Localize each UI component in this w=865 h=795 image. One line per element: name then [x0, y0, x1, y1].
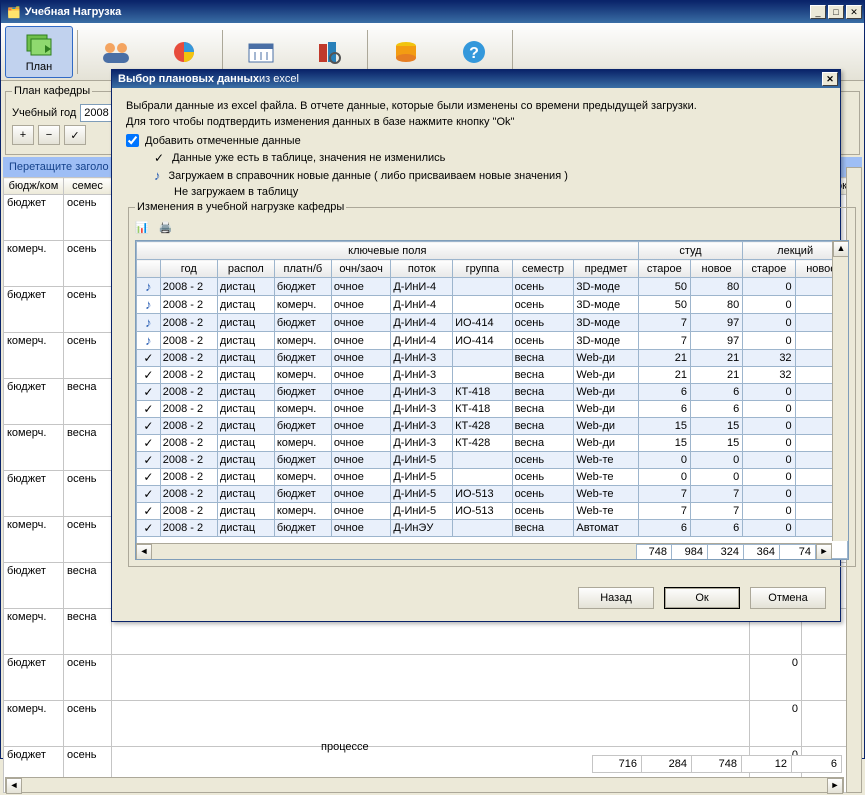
- app-title: Учебная Нагрузка: [25, 6, 808, 18]
- svg-text:?: ?: [469, 45, 479, 62]
- table-row[interactable]: ✓2008 - 2дистацбюджеточноеД-ИнИ-5осеньWe…: [137, 452, 848, 469]
- col-header[interactable]: год: [160, 260, 217, 278]
- ok-button[interactable]: Ок: [664, 587, 740, 609]
- changes-grid-wrap: ключевые поля студ лекций годрасполплатн…: [135, 240, 849, 560]
- print-icon[interactable]: 🖨️: [159, 221, 173, 234]
- table-row[interactable]: ✓2008 - 2дистацкомерч.очноеД-ИнИ-5ИО-513…: [137, 503, 848, 520]
- changes-fieldset: Изменения в учебной нагрузке кафедры 📊 🖨…: [128, 201, 856, 567]
- people-icon: [100, 38, 132, 66]
- col-budget[interactable]: бюдж/ком: [4, 178, 64, 195]
- table-row[interactable]: ✓2008 - 2дистацбюджеточноеД-ИнИ-3веснаWe…: [137, 350, 848, 367]
- table-row[interactable]: ✓2008 - 2дистацкомерч.очноеД-ИнИ-3КТ-418…: [137, 401, 848, 418]
- process-text: процессе: [321, 741, 369, 753]
- calendar-icon: [245, 38, 277, 66]
- close-button[interactable]: ✕: [846, 5, 862, 19]
- plan-legend: План кафедры: [12, 85, 92, 97]
- note-icon: ♪: [154, 168, 161, 183]
- plan-tab[interactable]: План: [5, 26, 73, 78]
- maximize-button[interactable]: □: [828, 5, 844, 19]
- col-header[interactable]: [137, 260, 161, 278]
- col-header[interactable]: группа: [453, 260, 512, 278]
- dialog-title-thin: из excel: [259, 73, 299, 85]
- col-semester[interactable]: семес: [64, 178, 112, 195]
- dialog-close-button[interactable]: ✕: [822, 72, 838, 86]
- dialog-title-bold: Выбор плановых данных: [118, 73, 259, 85]
- col-header[interactable]: очн/заоч: [331, 260, 390, 278]
- books-icon: [313, 38, 345, 66]
- col-header[interactable]: старое: [743, 260, 795, 278]
- col-header[interactable]: платн/б: [274, 260, 331, 278]
- main-titlebar: 🗂️ Учебная Нагрузка _ □ ✕: [1, 1, 864, 23]
- main-totals: 716284748126: [592, 755, 842, 773]
- changes-grid[interactable]: ключевые поля студ лекций годрасполплатн…: [136, 241, 848, 559]
- table-row[interactable]: ♪2008 - 2дистацбюджеточноеД-ИнИ-4ИО-414о…: [137, 314, 848, 332]
- col-header[interactable]: предмет: [574, 260, 638, 278]
- main-hscroll[interactable]: ◄►: [5, 777, 844, 793]
- info-line-1: Выбрали данные из excel файла. В отчете …: [126, 100, 826, 112]
- table-row[interactable]: ✓2008 - 2дистацбюджеточноеД-ИнИ-3КТ-428в…: [137, 418, 848, 435]
- table-row[interactable]: ✓2008 - 2дистацбюджеточноеД-ИнИ-3КТ-418в…: [137, 384, 848, 401]
- database-icon: [390, 38, 422, 66]
- add-checked-label: Добавить отмеченные данные: [145, 135, 301, 147]
- table-row[interactable]: ♪2008 - 2дистацбюджеточноеД-ИнИ-4осень3D…: [137, 278, 848, 296]
- help-icon: ?: [458, 38, 490, 66]
- table-row[interactable]: бюджетосень0: [4, 655, 862, 701]
- excel-export-icon[interactable]: 📊: [135, 221, 149, 234]
- apply-button[interactable]: ✓: [64, 125, 86, 145]
- grid-hscroll[interactable]: ◄ 74898432436474 ►: [136, 543, 832, 559]
- plan-icon: [23, 31, 55, 59]
- group-stud: студ: [638, 242, 743, 260]
- col-header[interactable]: поток: [391, 260, 453, 278]
- minimize-button[interactable]: _: [810, 5, 826, 19]
- table-row[interactable]: ✓2008 - 2дистацбюджеточноеД-ИнЭУвеснаАвт…: [137, 520, 848, 537]
- col-header[interactable]: новое: [690, 260, 742, 278]
- col-header[interactable]: старое: [638, 260, 690, 278]
- year-label: Учебный год: [12, 107, 76, 119]
- table-row[interactable]: ♪2008 - 2дистацкомерч.очноеД-ИнИ-4ИО-414…: [137, 332, 848, 350]
- table-row[interactable]: ♪2008 - 2дистацкомерч.очноеД-ИнИ-4осень3…: [137, 296, 848, 314]
- table-row[interactable]: комерч.осень0: [4, 701, 862, 747]
- plan-label: План: [26, 61, 53, 73]
- remove-button[interactable]: −: [38, 125, 60, 145]
- table-row[interactable]: ✓2008 - 2дистацбюджеточноеД-ИнИ-5ИО-513о…: [137, 486, 848, 503]
- col-header[interactable]: семестр: [512, 260, 574, 278]
- dialog-titlebar: Выбор плановых данных из excel ✕: [112, 70, 840, 88]
- add-button[interactable]: +: [12, 125, 34, 145]
- cancel-button[interactable]: Отмена: [750, 587, 826, 609]
- piechart-icon: [168, 38, 200, 66]
- table-row[interactable]: ✓2008 - 2дистацкомерч.очноеД-ИнИ-5осеньW…: [137, 469, 848, 486]
- add-checked-checkbox[interactable]: [126, 134, 139, 147]
- back-button[interactable]: Назад: [578, 587, 654, 609]
- excel-import-dialog: Выбор плановых данных из excel ✕ Выбрали…: [111, 69, 841, 622]
- tick-icon: ✓: [154, 151, 164, 165]
- grid-vscroll[interactable]: ▲: [832, 241, 848, 541]
- col-header[interactable]: распол: [217, 260, 274, 278]
- group-keys: ключевые поля: [137, 242, 639, 260]
- table-row[interactable]: ✓2008 - 2дистацкомерч.очноеД-ИнИ-3веснаW…: [137, 367, 848, 384]
- grid-totals: 74898432436474: [636, 544, 816, 560]
- table-row[interactable]: ✓2008 - 2дистацкомерч.очноеД-ИнИ-3КТ-428…: [137, 435, 848, 452]
- info-line-2: Для того чтобы подтвердить изменения дан…: [126, 116, 826, 128]
